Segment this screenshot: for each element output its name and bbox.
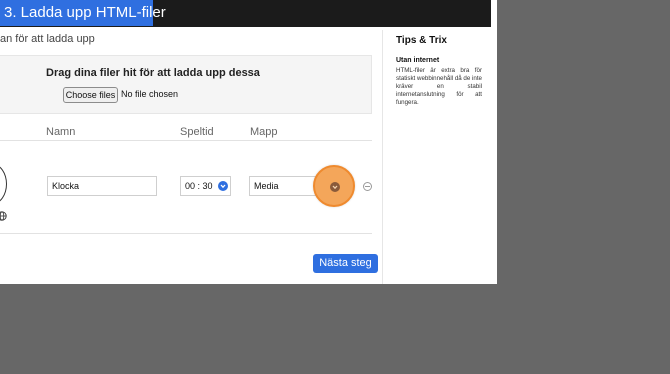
title-bar: 3. Ladda upp HTML-filer — [0, 0, 491, 27]
playtime-select[interactable]: 00 : 30 — [180, 176, 231, 196]
sidebar-divider — [382, 30, 383, 284]
row-divider — [0, 233, 372, 234]
file-dropzone[interactable]: Drag dina filer hit för att ladda upp de… — [0, 55, 372, 114]
tip-heading: Utan internet — [396, 57, 440, 64]
dropzone-text: Drag dina filer hit för att ladda upp de… — [46, 67, 260, 79]
tips-title: Tips & Trix — [396, 35, 447, 46]
upload-window: 3. Ladda upp HTML-filer an för att ladda… — [0, 0, 497, 284]
column-header-playtime: Speltid — [180, 126, 214, 138]
next-step-button[interactable]: Nästa steg — [313, 254, 378, 273]
header-divider — [0, 140, 372, 141]
tip-body: HTML-filer är extra bra för statiskt web… — [396, 67, 482, 106]
name-input[interactable]: Klocka — [47, 176, 157, 196]
choose-files-button[interactable]: Choose files — [63, 87, 118, 103]
file-status-text: No file chosen — [121, 89, 179, 99]
folder-dropdown-button[interactable] — [313, 165, 355, 207]
column-header-folder: Mapp — [250, 126, 278, 138]
chevron-down-icon — [218, 181, 228, 191]
globe-icon[interactable] — [0, 211, 7, 221]
folder-value: Media — [254, 181, 279, 191]
upload-instruction: an för att ladda upp — [0, 33, 95, 45]
avatar — [0, 164, 7, 204]
page-title: 3. Ladda upp HTML-filer — [0, 0, 166, 26]
folder-select[interactable]: Media — [249, 176, 319, 196]
column-header-name: Namn — [46, 126, 76, 138]
chevron-down-icon — [330, 182, 340, 192]
playtime-value: 00 : 30 — [185, 181, 213, 191]
more-icon[interactable] — [363, 182, 372, 191]
